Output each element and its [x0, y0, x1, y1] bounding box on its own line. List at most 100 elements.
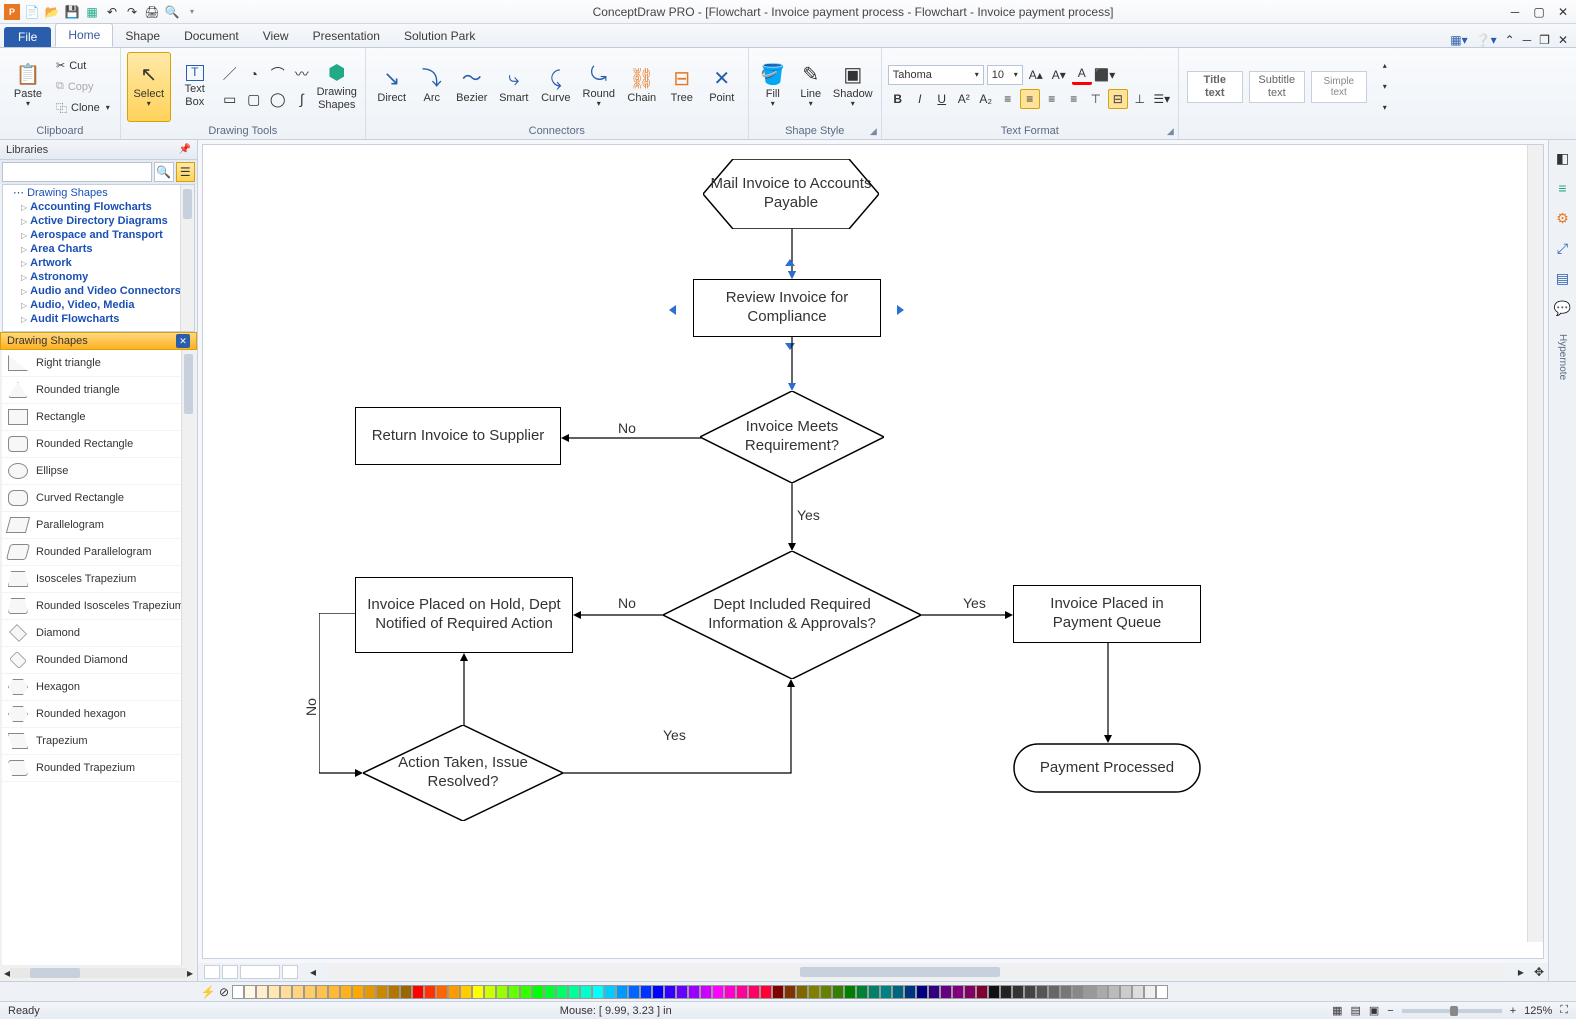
color-swatch[interactable] — [964, 985, 976, 999]
styles-more-icon[interactable]: ▾ — [1375, 98, 1395, 118]
flowchart-node-return[interactable]: Return Invoice to Supplier — [355, 407, 561, 465]
color-swatch[interactable] — [664, 985, 676, 999]
qat-dropdown-icon[interactable]: ▾ — [184, 4, 200, 20]
shape-item[interactable]: Rounded Isosceles Trapezium — [2, 593, 195, 620]
color-swatch[interactable] — [940, 985, 952, 999]
color-swatch[interactable] — [712, 985, 724, 999]
color-swatch[interactable] — [244, 985, 256, 999]
shape-item[interactable]: Rounded Diamond — [2, 647, 195, 674]
shape-item[interactable]: Rounded Trapezium — [2, 755, 195, 782]
flowchart-node-processed[interactable]: Payment Processed — [1013, 743, 1201, 793]
color-swatch[interactable] — [556, 985, 568, 999]
color-swatch[interactable] — [748, 985, 760, 999]
doc-restore-icon[interactable]: ❐ — [1539, 33, 1550, 47]
styles-down-icon[interactable]: ▾ — [1375, 77, 1395, 97]
cut-button[interactable]: ✂Cut — [52, 56, 114, 76]
tab-solution-park[interactable]: Solution Park — [392, 25, 487, 47]
clone-button[interactable]: ⿻Clone▾ — [52, 98, 114, 118]
tree-node[interactable]: ▷Audio and Video Connectors — [3, 284, 194, 298]
shape-item[interactable]: Rounded Rectangle — [2, 431, 195, 458]
search-button[interactable]: 🔍 — [154, 162, 174, 182]
tree-scrollbar[interactable] — [180, 185, 194, 331]
color-swatch[interactable] — [880, 985, 892, 999]
tab-file[interactable]: File — [4, 27, 51, 47]
doc-minimize-icon[interactable]: ─ — [1523, 33, 1532, 47]
line-tool-icon[interactable]: ／ — [219, 63, 241, 85]
qat-undo-icon[interactable]: ↶ — [104, 4, 120, 20]
libs-hscrollbar[interactable]: ◂▸ — [0, 965, 197, 981]
shape-item[interactable]: Diamond — [2, 620, 195, 647]
color-swatch[interactable] — [676, 985, 688, 999]
ribbon-min-icon[interactable]: ⌃ — [1505, 33, 1515, 47]
select-tool-button[interactable]: ↖Select▾ — [127, 52, 171, 122]
qat-open-icon[interactable]: 📂 — [44, 4, 60, 20]
styles-up-icon[interactable]: ▴ — [1375, 56, 1395, 76]
no-fill-icon[interactable]: ⊘ — [216, 984, 232, 1000]
flowchart-decision-requirement[interactable]: Invoice Meets Requirement? — [700, 391, 884, 483]
tree-node[interactable]: ⋯ Drawing Shapes — [3, 185, 194, 200]
connector-curve-button[interactable]: ⤹Curve — [536, 52, 576, 122]
color-swatch[interactable] — [796, 985, 808, 999]
valign-top-icon[interactable]: ⊤ — [1086, 89, 1106, 109]
dialog-launcher-icon[interactable]: ◢ — [1167, 126, 1174, 137]
shape-item[interactable]: Isosceles Trapezium — [2, 566, 195, 593]
color-swatch[interactable] — [724, 985, 736, 999]
grow-font-icon[interactable]: A▴ — [1026, 65, 1046, 85]
color-swatch[interactable] — [400, 985, 412, 999]
color-swatch[interactable] — [832, 985, 844, 999]
shapes-scrollbar[interactable] — [181, 350, 195, 965]
qat-preview-icon[interactable]: 🔍 — [164, 4, 180, 20]
color-swatch[interactable] — [1108, 985, 1120, 999]
tree-view-button[interactable]: ☰ — [176, 162, 196, 182]
tab-document[interactable]: Document — [172, 25, 251, 47]
valign-mid-icon[interactable]: ⊟ — [1108, 89, 1128, 109]
color-swatch[interactable] — [424, 985, 436, 999]
style-subtitle-button[interactable]: Subtitle text — [1249, 71, 1305, 103]
color-swatch[interactable] — [472, 985, 484, 999]
color-swatch[interactable] — [292, 985, 304, 999]
color-swatch[interactable] — [1084, 985, 1096, 999]
tab-shape[interactable]: Shape — [113, 25, 172, 47]
connector-point-button[interactable]: ✕Point — [702, 52, 742, 122]
color-swatch[interactable] — [1048, 985, 1060, 999]
size-icon[interactable]: ⤢ — [1553, 238, 1573, 258]
highlight-icon[interactable]: ⬛▾ — [1095, 65, 1115, 85]
line-button[interactable]: ✎Line▾ — [793, 52, 829, 122]
pan-icon[interactable]: ✥ — [1534, 965, 1544, 979]
color-swatch[interactable] — [388, 985, 400, 999]
fill-button[interactable]: 🪣Fill▾ — [755, 52, 791, 122]
color-swatch[interactable] — [316, 985, 328, 999]
page-prev-icon[interactable] — [222, 965, 238, 979]
connector-bezier-button[interactable]: 〜Bezier — [452, 52, 492, 122]
copy-button[interactable]: ⧉Copy — [52, 77, 114, 97]
view-page-icon[interactable]: ▤ — [1350, 1004, 1360, 1017]
color-swatch[interactable] — [580, 985, 592, 999]
flowchart-node-review[interactable]: Review Invoice for Compliance — [693, 279, 881, 337]
color-swatch[interactable] — [820, 985, 832, 999]
tree-node[interactable]: ▷Accounting Flowcharts — [3, 200, 194, 214]
color-swatch[interactable] — [808, 985, 820, 999]
font-size-select[interactable]: 10▾ — [987, 65, 1023, 85]
tree-node[interactable]: ▷Aerospace and Transport — [3, 228, 194, 242]
shape-item[interactable]: Right triangle — [2, 350, 195, 377]
minimize-icon[interactable]: ─ — [1506, 5, 1524, 19]
font-color-icon[interactable]: A — [1072, 65, 1092, 85]
shape-item[interactable]: Trapezium — [2, 728, 195, 755]
shapes-category-bar[interactable]: Drawing Shapes✕ — [0, 332, 197, 350]
color-swatch[interactable] — [616, 985, 628, 999]
selection-handle-icon[interactable] — [897, 305, 904, 315]
color-swatch[interactable] — [508, 985, 520, 999]
maximize-icon[interactable]: ▢ — [1530, 5, 1548, 19]
connector-chain-button[interactable]: ⛓Chain — [622, 52, 662, 122]
color-swatch[interactable] — [688, 985, 700, 999]
color-swatch[interactable] — [544, 985, 556, 999]
shape-item[interactable]: Hexagon — [2, 674, 195, 701]
arc-tool-icon[interactable]: ⌒ — [267, 63, 289, 85]
ribbon-style-icon[interactable]: ▦▾ — [1450, 33, 1467, 47]
shape-item[interactable]: Ellipse — [2, 458, 195, 485]
shape-item[interactable]: Rounded triangle — [2, 377, 195, 404]
color-swatch[interactable] — [736, 985, 748, 999]
spline-tool-icon[interactable]: 〰 — [291, 63, 313, 85]
task-pane-icon[interactable]: ◧ — [1553, 148, 1573, 168]
style-simple-button[interactable]: Simple text — [1311, 71, 1367, 103]
